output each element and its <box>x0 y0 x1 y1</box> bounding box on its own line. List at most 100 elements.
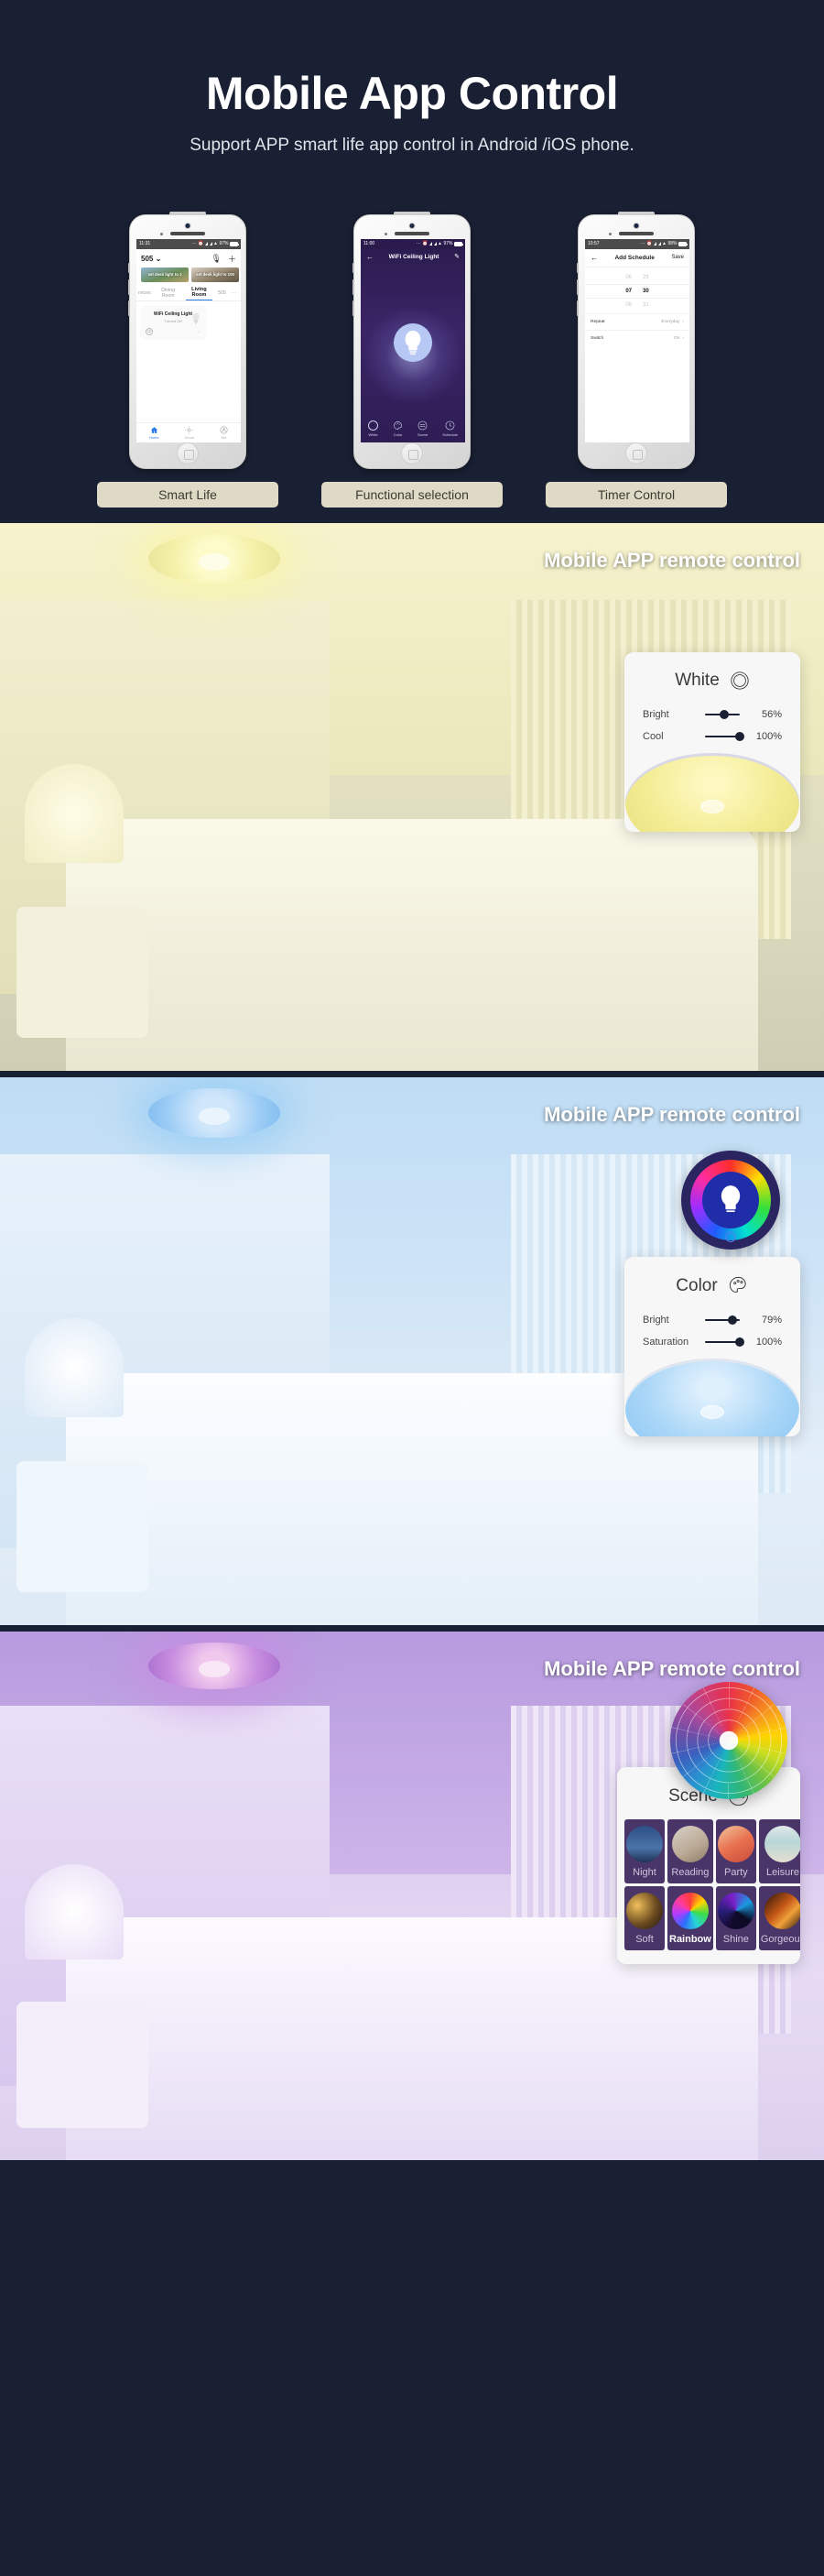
home-button[interactable] <box>401 442 423 464</box>
battery-percent: 98% <box>667 241 678 246</box>
band-scene-control: Mobile APP remote control Scene Night Re… <box>0 1632 824 2160</box>
slider-track-bright[interactable] <box>705 710 740 719</box>
volume-down-button[interactable] <box>577 300 579 316</box>
slider-knob-cool[interactable] <box>735 732 744 741</box>
ring-handle[interactable] <box>725 1232 736 1242</box>
page-root: Mobile App Control Support APP smart lif… <box>0 0 824 2160</box>
color-ring-widget[interactable] <box>681 1151 780 1250</box>
scene-cell-gorgeous[interactable]: Gorgeous <box>758 1886 800 1950</box>
room-tab-505[interactable]: 505 <box>218 290 226 296</box>
pencil-icon[interactable]: ✎ <box>454 253 460 260</box>
slider-track-saturation[interactable] <box>705 1337 744 1347</box>
function-tab-scene[interactable]: Scene <box>417 420 428 437</box>
slider-row-saturation[interactable]: Saturation 100% <box>624 1331 800 1353</box>
home-button[interactable] <box>177 442 199 464</box>
volume-down-button[interactable] <box>352 300 354 316</box>
scene-thumb-soft <box>626 1893 663 1929</box>
ceiling-light-fixture <box>148 1087 280 1138</box>
home-button[interactable] <box>625 442 647 464</box>
color-ring[interactable] <box>690 1160 771 1240</box>
scene-cell-party[interactable]: Party <box>715 1819 756 1883</box>
slider-value-bright: 56% <box>761 709 782 720</box>
mute-switch[interactable] <box>128 262 130 273</box>
scene-cell-rainbow[interactable]: Rainbow <box>667 1886 713 1950</box>
front-camera-icon <box>185 223 190 228</box>
wifi-icon: ▲ <box>662 241 667 246</box>
slider-knob-bright[interactable] <box>728 1315 738 1325</box>
earpiece-speaker <box>619 231 654 235</box>
color-card-header: Color <box>624 1257 800 1309</box>
proximity-sensor-icon <box>609 232 612 235</box>
band-label-scene: Mobile APP remote control <box>544 1657 800 1680</box>
slider-value-bright: 79% <box>761 1315 782 1326</box>
phone-column-smart-life: 11:31 ··· ⏰ ▲ 97% 505 ⌄ 🎙 ＋ set desk lig… <box>96 211 279 508</box>
nav-item-home[interactable]: Home <box>149 426 159 440</box>
slider-knob-saturation[interactable] <box>735 1337 744 1347</box>
time-picker[interactable]: 06 29 07 30 08 31 <box>585 267 689 313</box>
volume-up-button[interactable] <box>577 278 579 295</box>
nav-label-home: Home <box>148 434 159 440</box>
scene-shortcut-label: set desk light to 1 <box>147 272 182 277</box>
volume-down-button[interactable] <box>128 300 130 316</box>
scene-shortcut-card[interactable]: set desk light to 100 <box>191 267 239 282</box>
home-header: 505 ⌄ 🎙 ＋ <box>136 249 241 267</box>
back-arrow-icon[interactable]: ← <box>366 253 374 261</box>
scene-cell-soft[interactable]: Soft <box>624 1886 665 1950</box>
slider-row-cool[interactable]: Cool 100% <box>624 726 800 748</box>
slider-track-bright[interactable] <box>705 1315 740 1325</box>
mute-switch[interactable] <box>577 262 579 273</box>
minute-value: 30 <box>643 288 649 294</box>
slider-label-bright: Bright <box>643 1315 669 1326</box>
nav-item-me[interactable]: Me <box>220 425 228 440</box>
slider-knob-bright[interactable] <box>720 710 730 719</box>
color-wheel-icon[interactable] <box>670 1682 787 1799</box>
time-picker-row[interactable]: 08 31 <box>585 299 689 311</box>
nav-item-smart[interactable]: Smart <box>184 425 194 440</box>
schedule-option-repeat[interactable]: Repeat Everyday › <box>585 312 689 330</box>
room-tab-dining-room[interactable]: Dining Room <box>157 288 180 299</box>
function-tab-schedule[interactable]: Schedule <box>442 420 458 437</box>
phone-antenna-line <box>618 211 655 215</box>
function-tab-color[interactable]: Color <box>393 420 403 437</box>
volume-up-button[interactable] <box>352 278 354 295</box>
room-tab-living-room[interactable]: Living Room <box>185 287 213 300</box>
scene-shortcut-card[interactable]: set desk light to 1 <box>141 267 189 282</box>
back-arrow-icon[interactable]: ← <box>591 254 598 262</box>
slider-row-bright[interactable]: Bright 56% <box>624 704 800 726</box>
time-picker-row[interactable]: 06 29 <box>585 271 689 284</box>
slider-track-cool[interactable] <box>705 732 744 741</box>
home-selector[interactable]: 505 ⌄ <box>141 255 161 263</box>
band-color-control: Mobile APP remote control Color Bright 7… <box>0 1077 824 1625</box>
scene-cell-night[interactable]: Night <box>624 1819 665 1883</box>
room-tab-services[interactable]: rvices <box>138 290 151 296</box>
lamp-badge <box>700 799 724 813</box>
alarm-icon: ⏰ <box>646 241 653 246</box>
save-button[interactable]: Save <box>671 255 684 260</box>
time-picker-row-selected[interactable]: 07 30 <box>585 283 689 299</box>
minute-value: 29 <box>643 274 649 280</box>
ring-icon <box>367 420 378 431</box>
room-tab-more-icon[interactable]: ··· <box>232 290 236 296</box>
slider-row-bright[interactable]: Bright 79% <box>624 1309 800 1331</box>
phone-screen-3: 10:57 ··· ⏰ ▲ 98% ← Add Schedule Save 06… <box>585 238 689 442</box>
device-card-wifi-ceiling-light[interactable]: WiFi Ceiling Light Turned Off ⏻ ⌄ <box>141 306 205 339</box>
battery-percent: 97% <box>219 241 229 246</box>
scene-cell-shine[interactable]: Shine <box>715 1886 756 1950</box>
power-icon[interactable]: ⏻ <box>146 327 153 335</box>
bulb-icon <box>405 330 421 355</box>
signal-icon-1 <box>654 242 657 246</box>
power-toggle-button[interactable] <box>394 322 432 362</box>
chevron-down-icon[interactable]: ⌄ <box>197 329 201 334</box>
volume-up-button[interactable] <box>128 278 130 295</box>
band-label-white: Mobile APP remote control <box>544 549 800 572</box>
function-tab-white[interactable]: White <box>367 420 378 437</box>
schedule-option-switch[interactable]: Switch On › <box>585 329 689 346</box>
page-title: Mobile App Control <box>205 68 619 119</box>
scene-cell-reading[interactable]: Reading <box>667 1819 713 1883</box>
plus-icon[interactable]: ＋ <box>228 253 236 265</box>
mute-switch[interactable] <box>352 262 354 273</box>
scene-cell-leisure[interactable]: Leisure <box>758 1819 800 1883</box>
microphone-icon[interactable]: 🎙 <box>211 254 222 264</box>
function-tab-label: White <box>368 431 378 437</box>
device-header: ← WiFi Ceiling Light ✎ <box>361 249 465 265</box>
